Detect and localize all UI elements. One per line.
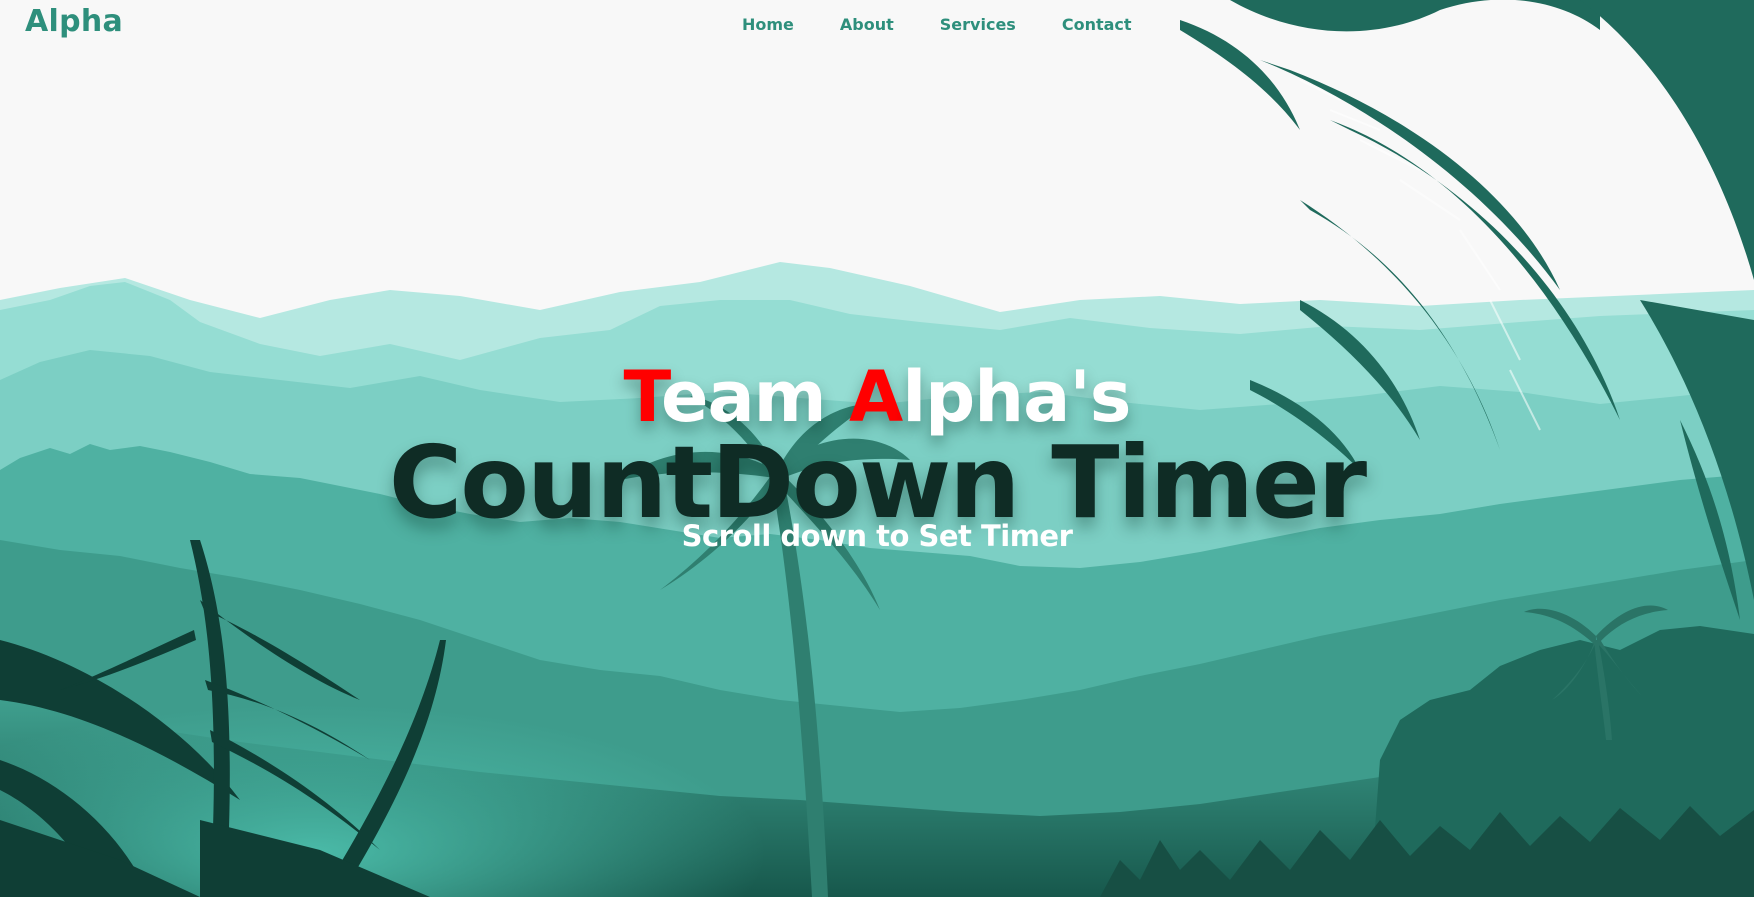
site-logo[interactable]: Alpha (25, 4, 123, 39)
page: Alpha Home About Services Contact Team A… (0, 0, 1754, 897)
nav-link-about[interactable]: About (840, 15, 894, 34)
nav-link-home[interactable]: Home (742, 15, 794, 34)
main-navigation: Home About Services Contact (742, 15, 1132, 34)
valley-glow (0, 600, 900, 897)
hero-subtitle: Scroll down to Set Timer (681, 519, 1073, 553)
nav-link-contact[interactable]: Contact (1062, 15, 1132, 34)
nav-link-services[interactable]: Services (940, 15, 1016, 34)
